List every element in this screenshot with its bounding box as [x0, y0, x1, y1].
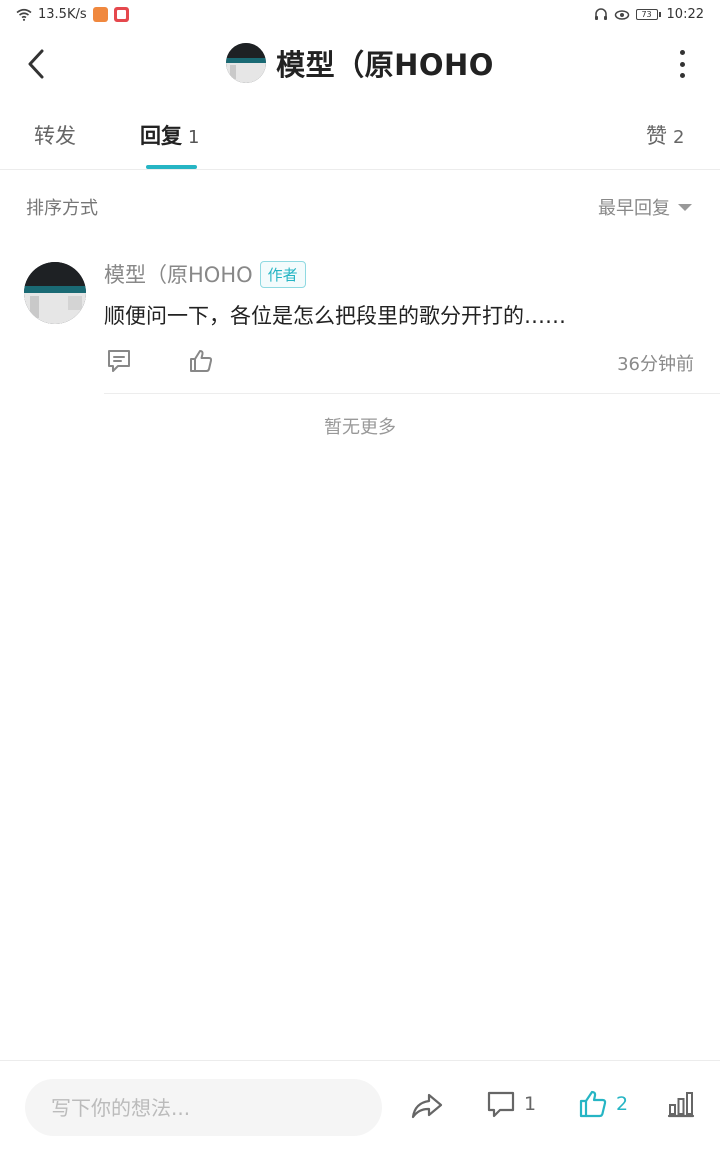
reply-item: 模型（原HOHO 作者 顺便问一下，各位是怎么把段里的歌分开打的…… 36分钟前 — [0, 240, 720, 395]
reply-actions — [104, 346, 216, 376]
share-button[interactable] — [410, 1089, 444, 1123]
wifi-icon — [16, 8, 32, 21]
like-count: 2 — [616, 1093, 629, 1115]
notification-app-icon — [92, 6, 108, 22]
network-speed: 13.5K/s — [38, 6, 87, 22]
tab-count: 1 — [188, 127, 200, 148]
status-bar: 13.5K/s 73 10:22 — [0, 0, 720, 28]
tab-count: 2 — [673, 127, 685, 148]
headset-icon — [594, 7, 607, 20]
tab-bar: 转发 回复 1 赞2 — [0, 100, 720, 170]
eye-icon — [614, 9, 629, 20]
divider — [104, 393, 720, 394]
sort-selected: 最早回复 — [598, 198, 670, 219]
bottom-bar: 1 2 — [0, 1060, 720, 1152]
status-left: 13.5K/s — [16, 6, 129, 22]
sort-row: 排序方式 最早回复 — [0, 170, 720, 240]
comment-input[interactable] — [25, 1079, 382, 1136]
dot — [679, 61, 685, 67]
dot — [679, 73, 685, 78]
more-options-button[interactable] — [672, 50, 692, 78]
thumbs-up-icon — [190, 350, 213, 372]
reply-text: 顺便问一下，各位是怎么把段里的歌分开打的…… — [104, 304, 566, 328]
reply-like-button[interactable] — [186, 346, 216, 376]
status-right: 73 10:22 — [594, 7, 704, 22]
comment-icon — [487, 1091, 515, 1118]
tab-label: 回复 — [140, 124, 182, 148]
like-button[interactable]: 2 — [578, 1089, 628, 1119]
avatar[interactable] — [24, 262, 86, 324]
comment-button[interactable]: 1 — [486, 1089, 536, 1119]
share-icon — [411, 1093, 443, 1119]
reply-author-row: 模型（原HOHO 作者 — [104, 259, 306, 289]
reply-comment-button[interactable] — [104, 346, 134, 376]
caret-down-icon — [678, 203, 692, 211]
battery-icon: 73 — [635, 8, 661, 20]
avatar[interactable] — [226, 43, 267, 83]
sort-dropdown[interactable]: 最早回复 — [598, 194, 692, 220]
reply-author-name[interactable]: 模型（原HOHO — [104, 259, 253, 289]
tab-label: 赞 — [646, 124, 667, 148]
comment-icon — [108, 350, 130, 372]
page-title: 模型（原HOHO — [276, 48, 494, 82]
clock: 10:22 — [666, 6, 704, 22]
battery-level: 73 — [635, 8, 658, 20]
reply-timestamp: 36分钟前 — [617, 354, 694, 375]
bar-chart-icon — [667, 1092, 695, 1118]
thumbs-up-icon — [579, 1090, 607, 1118]
tab-label: 转发 — [34, 124, 76, 148]
stats-button[interactable] — [666, 1089, 696, 1119]
notification-app-icon — [113, 6, 129, 22]
tab-repost[interactable]: 转发 — [34, 120, 76, 150]
sort-label: 排序方式 — [26, 198, 98, 219]
active-tab-indicator — [146, 165, 197, 169]
header: 模型（原HOHO — [0, 28, 720, 100]
no-more-text: 暂无更多 — [324, 417, 396, 438]
author-badge: 作者 — [259, 260, 306, 288]
dot — [679, 50, 685, 55]
tab-replies[interactable]: 回复 1 — [140, 120, 199, 150]
header-center: 模型（原HOHO — [0, 42, 720, 84]
comment-count: 1 — [524, 1093, 537, 1115]
tab-likes[interactable]: 赞2 — [646, 120, 684, 150]
